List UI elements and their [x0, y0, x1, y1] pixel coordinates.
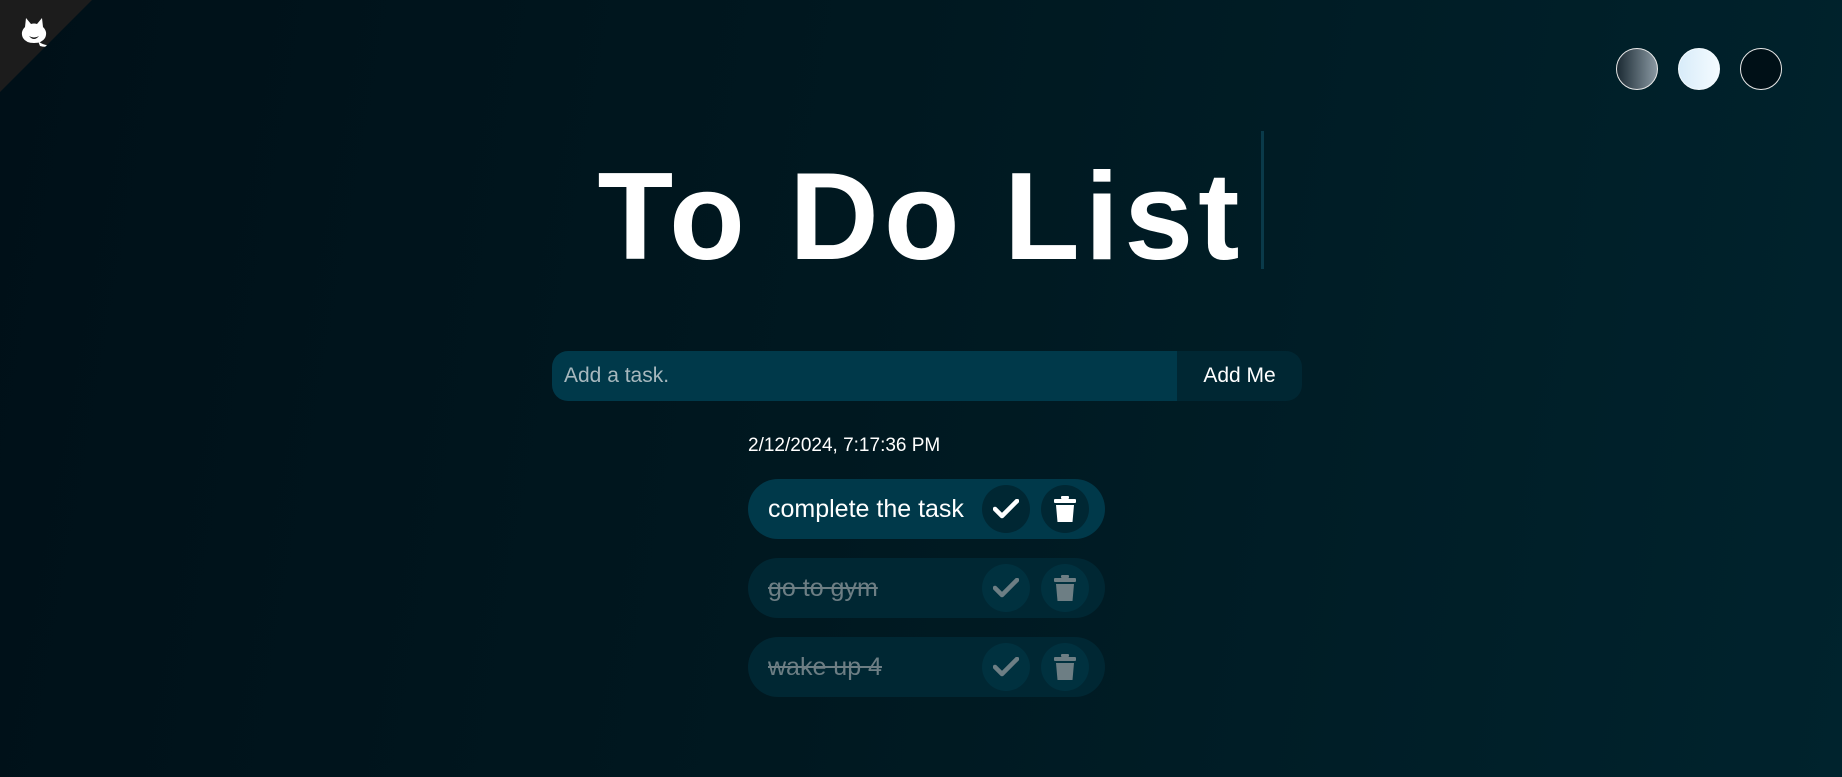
delete-button[interactable] — [1041, 643, 1089, 691]
theme-light-button[interactable] — [1678, 48, 1720, 90]
trash-icon — [1054, 496, 1076, 522]
theme-selector — [1616, 48, 1782, 90]
check-icon — [993, 499, 1019, 519]
delete-button[interactable] — [1041, 564, 1089, 612]
todo-text: wake up 4 — [768, 652, 882, 681]
add-task-form: Add Me — [552, 351, 1302, 401]
todo-item: complete the task — [748, 479, 1105, 539]
check-icon — [993, 578, 1019, 598]
text-cursor — [1261, 131, 1265, 269]
page-title-text: To Do List — [597, 148, 1245, 286]
delete-button[interactable] — [1041, 485, 1089, 533]
page-title: To Do List — [0, 131, 1842, 279]
todo-item: go to gym — [748, 558, 1105, 618]
theme-darker-button[interactable] — [1740, 48, 1782, 90]
add-task-button[interactable]: Add Me — [1177, 351, 1302, 401]
check-icon — [993, 657, 1019, 677]
todo-text: go to gym — [768, 573, 878, 602]
theme-standard-button[interactable] — [1616, 48, 1658, 90]
github-octocat-icon — [21, 18, 50, 47]
current-datetime: 2/12/2024, 7:17:36 PM — [748, 435, 941, 456]
trash-icon — [1054, 654, 1076, 680]
check-button[interactable] — [982, 564, 1030, 612]
todo-text: complete the task — [768, 494, 964, 523]
todo-item: wake up 4 — [748, 637, 1105, 697]
github-corner[interactable] — [0, 0, 92, 92]
trash-icon — [1054, 575, 1076, 601]
check-button[interactable] — [982, 485, 1030, 533]
task-input[interactable] — [552, 351, 1177, 401]
check-button[interactable] — [982, 643, 1030, 691]
